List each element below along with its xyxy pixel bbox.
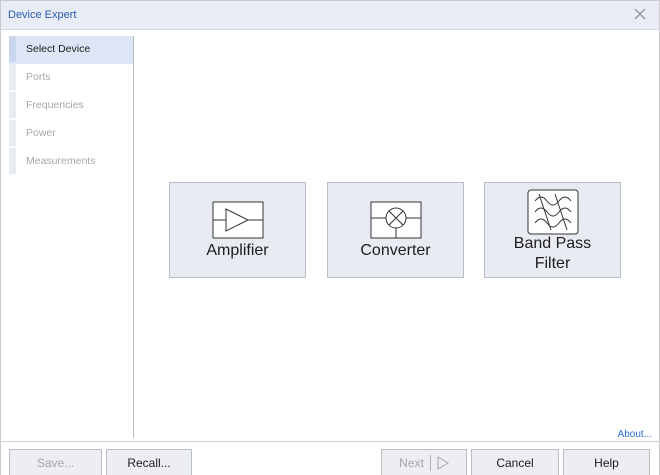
- device-label: Band Pass Filter: [485, 234, 620, 274]
- step-marker: [9, 64, 16, 90]
- step-marker: [9, 92, 16, 118]
- recall-button[interactable]: Recall...: [106, 449, 192, 475]
- step-marker: [9, 36, 16, 62]
- window-title: Device Expert: [8, 9, 77, 21]
- band-pass-filter-button[interactable]: Band Pass Filter: [484, 182, 621, 278]
- step-label: Power: [26, 127, 56, 139]
- step-label: Select Device: [26, 43, 91, 55]
- wizard-steps: Select Device Ports Frequencies Power Me…: [9, 36, 134, 438]
- device-label-line1: Band Pass: [513, 235, 592, 252]
- close-icon[interactable]: [633, 7, 647, 21]
- amplifier-button[interactable]: Amplifier: [169, 182, 306, 278]
- next-label: Next: [399, 456, 424, 470]
- step-measurements[interactable]: Measurements: [9, 148, 133, 176]
- next-button[interactable]: Next: [381, 449, 467, 475]
- step-label: Measurements: [26, 155, 96, 167]
- device-label: Amplifier: [206, 242, 269, 259]
- device-label-line2: Filter: [534, 255, 571, 272]
- step-select-device[interactable]: Select Device: [9, 36, 133, 64]
- band-pass-filter-icon: [527, 189, 579, 235]
- step-marker: [9, 120, 16, 146]
- step-label: Frequencies: [26, 99, 84, 111]
- converter-button[interactable]: Converter: [327, 182, 464, 278]
- step-ports[interactable]: Ports: [9, 64, 133, 92]
- device-label: Converter: [360, 242, 431, 259]
- cancel-button[interactable]: Cancel: [471, 449, 559, 475]
- title-bar: Device Expert: [1, 1, 659, 30]
- separator: [429, 455, 431, 471]
- step-marker: [9, 148, 16, 174]
- amplifier-icon: [212, 201, 264, 239]
- device-expert-dialog: Device Expert Select Device Ports Freque…: [0, 0, 660, 475]
- step-frequencies[interactable]: Frequencies: [9, 92, 133, 120]
- step-label: Ports: [26, 71, 51, 83]
- arrow-right-icon: [437, 456, 449, 470]
- about-link[interactable]: About...: [618, 429, 652, 440]
- save-button[interactable]: Save...: [9, 449, 102, 475]
- step-power[interactable]: Power: [9, 120, 133, 148]
- help-button[interactable]: Help: [563, 449, 650, 475]
- button-bar: Save... Recall... Next Cancel Help: [1, 441, 659, 475]
- mixer-icon: [370, 201, 422, 239]
